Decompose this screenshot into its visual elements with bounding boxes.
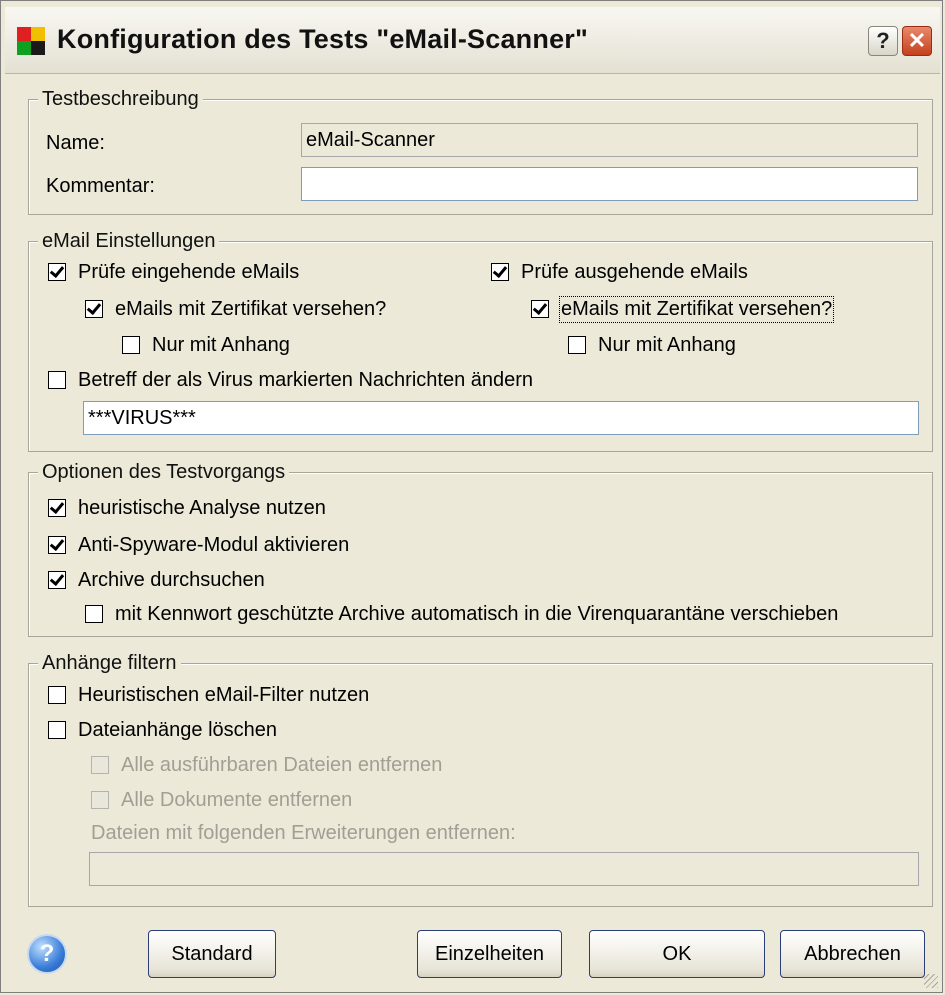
checkbox-label: Alle ausführbaren Dateien entfernen xyxy=(121,753,443,776)
resize-grip[interactable] xyxy=(924,974,938,988)
app-icon xyxy=(17,27,45,55)
checkbox-label: eMails mit Zertifikat versehen? xyxy=(558,295,835,323)
standard-button[interactable]: Standard xyxy=(148,930,276,978)
title-bar[interactable]: Konfiguration des Tests "eMail-Scanner" … xyxy=(5,7,940,74)
group-legend: Testbeschreibung xyxy=(38,87,203,111)
help-icon-button[interactable]: ? xyxy=(27,934,67,974)
checkbox-box xyxy=(568,336,586,354)
checkbox-label: Nur mit Anhang xyxy=(598,333,736,356)
checkbox-label: heuristische Analyse nutzen xyxy=(78,496,326,519)
ok-button[interactable]: OK xyxy=(589,930,765,978)
antispyware-checkbox[interactable]: Anti-Spyware-Modul aktivieren xyxy=(48,532,349,558)
checkbox-label: Nur mit Anhang xyxy=(152,333,290,356)
checkbox-box xyxy=(48,721,66,739)
checkbox-label: Betreff der als Virus markierten Nachric… xyxy=(78,368,534,391)
outgoing-attachment-only-checkbox[interactable]: Nur mit Anhang xyxy=(568,332,736,358)
checkbox-box xyxy=(48,499,66,517)
outgoing-certificate-checkbox[interactable]: eMails mit Zertifikat versehen? xyxy=(531,295,835,323)
checkbox-label: mit Kennwort geschützte Archive automati… xyxy=(115,602,839,625)
checkbox-box xyxy=(48,263,66,281)
change-subject-checkbox[interactable]: Betreff der als Virus markierten Nachric… xyxy=(48,367,533,393)
incoming-attachment-only-checkbox[interactable]: Nur mit Anhang xyxy=(122,332,290,358)
group-legend: eMail Einstellungen xyxy=(38,229,220,253)
checkbox-label: Heuristischen eMail-Filter nutzen xyxy=(78,683,370,706)
checkbox-box xyxy=(48,686,66,704)
checkbox-label: Dateianhänge löschen xyxy=(78,718,278,741)
checkbox-box xyxy=(91,791,109,809)
heuristic-email-filter-checkbox[interactable]: Heuristischen eMail-Filter nutzen xyxy=(48,682,369,708)
heuristic-analysis-checkbox[interactable]: heuristische Analyse nutzen xyxy=(48,495,326,521)
checkbox-box xyxy=(48,371,66,389)
remove-executables-checkbox[interactable]: Alle ausführbaren Dateien entfernen xyxy=(91,752,442,778)
dialog-window: Konfiguration des Tests "eMail-Scanner" … xyxy=(0,0,943,993)
extensions-field[interactable] xyxy=(89,852,919,886)
scan-archives-checkbox[interactable]: Archive durchsuchen xyxy=(48,567,265,593)
comment-field[interactable] xyxy=(301,167,918,201)
checkbox-box xyxy=(531,300,549,318)
comment-label: Kommentar: xyxy=(46,175,155,197)
remove-documents-checkbox[interactable]: Alle Dokumente entfernen xyxy=(91,787,352,813)
check-outgoing-checkbox[interactable]: Prüfe ausgehende eMails xyxy=(491,259,748,285)
help-question-button[interactable]: ? xyxy=(868,26,898,56)
details-button[interactable]: Einzelheiten xyxy=(417,930,562,978)
checkbox-label: Prüfe ausgehende eMails xyxy=(521,260,748,283)
extensions-label: Dateien mit folgenden Erweiterungen entf… xyxy=(91,822,516,844)
incoming-certificate-checkbox[interactable]: eMails mit Zertifikat versehen? xyxy=(85,296,386,322)
checkbox-box xyxy=(48,571,66,589)
group-legend: Optionen des Testvorgangs xyxy=(38,460,290,484)
check-incoming-checkbox[interactable]: Prüfe eingehende eMails xyxy=(48,259,299,285)
subject-prefix-field[interactable]: ***VIRUS*** xyxy=(83,401,919,435)
checkbox-label: Anti-Spyware-Modul aktivieren xyxy=(78,533,350,556)
dialog-title: Konfiguration des Tests "eMail-Scanner" xyxy=(57,24,588,54)
delete-attachments-checkbox[interactable]: Dateianhänge löschen xyxy=(48,717,277,743)
cancel-button[interactable]: Abbrechen xyxy=(780,930,925,978)
group-legend: Anhänge filtern xyxy=(38,651,181,675)
checkbox-box xyxy=(91,756,109,774)
checkbox-box xyxy=(48,536,66,554)
checkbox-label: Alle Dokumente entfernen xyxy=(121,788,353,811)
name-label: Name: xyxy=(46,132,105,154)
checkbox-label: Prüfe eingehende eMails xyxy=(78,260,300,283)
close-button[interactable]: ✕ xyxy=(902,26,932,56)
checkbox-box xyxy=(85,300,103,318)
checkbox-label: Archive durchsuchen xyxy=(78,568,265,591)
checkbox-box xyxy=(122,336,140,354)
checkbox-box xyxy=(491,263,509,281)
name-field[interactable]: eMail-Scanner xyxy=(301,123,918,157)
checkbox-box xyxy=(85,605,103,623)
password-archives-quarantine-checkbox[interactable]: mit Kennwort geschützte Archive automati… xyxy=(85,601,838,627)
checkbox-label: eMails mit Zertifikat versehen? xyxy=(115,297,387,320)
